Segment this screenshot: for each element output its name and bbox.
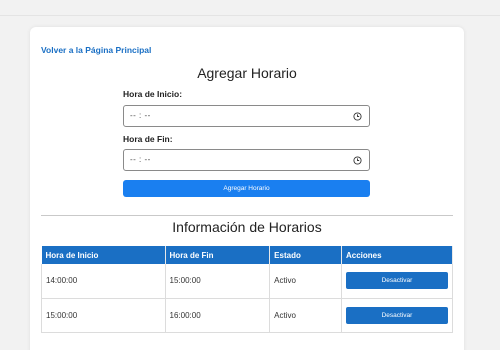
start-time-value: -- : -- (130, 111, 151, 120)
start-time-input[interactable]: -- : -- (123, 105, 370, 127)
cell-status: Activo (269, 264, 342, 299)
cell-status: Activo (269, 298, 342, 333)
end-time-value: -- : -- (130, 155, 151, 164)
end-time-input[interactable]: -- : -- (123, 149, 370, 171)
add-schedule-button[interactable]: Agregar Horario (123, 180, 370, 197)
deactivate-button[interactable]: Desactivar (345, 272, 448, 290)
header-actions: Acciones (341, 246, 454, 264)
clock-icon[interactable] (353, 156, 362, 165)
cell-start-time: 15:00:00 (41, 298, 166, 333)
end-time-label: Hora de Fin: (123, 134, 173, 144)
cell-actions: Desactivar (341, 298, 454, 333)
clock-icon[interactable] (353, 112, 362, 121)
back-to-home-link[interactable]: Volver a la Página Principal (41, 45, 151, 55)
schedule-table: Hora de Inicio Hora de Fin Estado Accion… (41, 246, 454, 333)
cell-end-time: 15:00:00 (165, 264, 271, 299)
cell-actions: Desactivar (341, 264, 454, 299)
table-title: Información de Horarios (172, 219, 322, 235)
table-row: 15:00:00 16:00:00 Activo Desactivar (41, 298, 454, 333)
browser-top-strip (0, 0, 500, 16)
cell-end-time: 16:00:00 (165, 298, 271, 333)
schedule-card: Volver a la Página Principal Agregar Hor… (30, 27, 464, 350)
deactivate-button[interactable]: Desactivar (345, 306, 448, 324)
cell-start-time: 14:00:00 (41, 264, 166, 299)
header-start-time: Hora de Inicio (41, 246, 166, 264)
section-divider (41, 215, 453, 216)
start-time-label: Hora de Inicio: (123, 89, 183, 99)
table-header-row: Hora de Inicio Hora de Fin Estado Accion… (41, 246, 454, 264)
header-end-time: Hora de Fin (165, 246, 271, 264)
table-row: 14:00:00 15:00:00 Activo Desactivar (41, 264, 454, 299)
header-status: Estado (269, 246, 342, 264)
form-title: Agregar Horario (197, 65, 297, 81)
